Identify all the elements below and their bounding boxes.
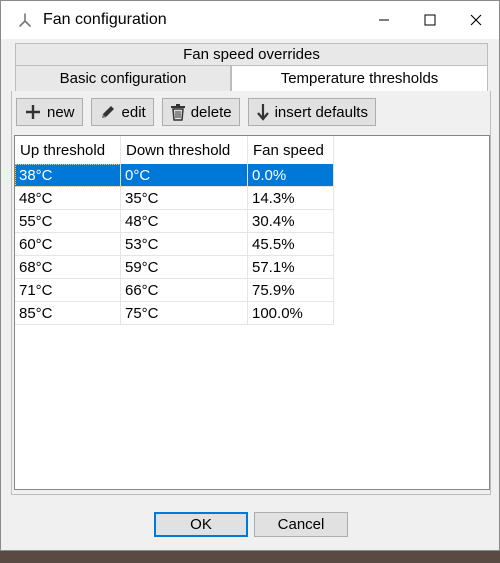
cell-down-threshold: 0°C: [121, 164, 248, 187]
maximize-icon: [424, 14, 436, 26]
cell-down-threshold: 48°C: [121, 210, 248, 233]
delete-button[interactable]: delete: [161, 98, 240, 126]
cancel-button[interactable]: Cancel: [254, 512, 348, 537]
table-row[interactable]: 48°C 35°C 14.3%: [15, 187, 489, 210]
cell-up-threshold: 68°C: [15, 256, 121, 279]
window-controls: [361, 1, 499, 39]
pencil-icon: [99, 103, 117, 121]
column-header-filler: [334, 136, 489, 164]
tab-label: Fan speed overrides: [183, 46, 320, 63]
cell-fan-speed: 0.0%: [248, 164, 334, 187]
maximize-button[interactable]: [407, 1, 453, 39]
new-button-label: new: [47, 103, 75, 121]
plus-icon: [24, 103, 42, 121]
edit-button[interactable]: edit: [90, 98, 154, 126]
cell-fan-speed: 30.4%: [248, 210, 334, 233]
close-icon: [470, 14, 482, 26]
desktop-background: [0, 549, 500, 563]
cell-up-threshold: 38°C: [15, 164, 121, 187]
tab-basic-configuration[interactable]: Basic configuration: [15, 65, 231, 91]
window-title: Fan configuration: [43, 11, 167, 28]
cell-down-threshold: 59°C: [121, 256, 248, 279]
tab-strip: Fan speed overrides Basic configuration …: [15, 43, 488, 91]
table-row[interactable]: 55°C 48°C 30.4%: [15, 210, 489, 233]
cell-fan-speed: 57.1%: [248, 256, 334, 279]
column-header-down-threshold[interactable]: Down threshold: [121, 136, 248, 164]
thresholds-table[interactable]: Up threshold Down threshold Fan speed 38…: [14, 135, 490, 490]
tab-label: Basic configuration: [59, 70, 187, 87]
cell-fan-speed: 75.9%: [248, 279, 334, 302]
insert-defaults-button-label: insert defaults: [274, 103, 368, 121]
title-bar[interactable]: Fan configuration: [1, 1, 499, 39]
delete-button-label: delete: [190, 103, 232, 121]
trash-icon: [170, 103, 186, 121]
new-button[interactable]: new: [16, 98, 83, 126]
temperature-thresholds-panel: new edit delete insert defaults Up thres…: [11, 91, 491, 495]
cell-up-threshold: 55°C: [15, 210, 121, 233]
table-row[interactable]: 60°C 53°C 45.5%: [15, 233, 489, 256]
table-row[interactable]: 85°C 75°C 100.0%: [15, 302, 489, 325]
minimize-button[interactable]: [361, 1, 407, 39]
tab-fan-speed-overrides[interactable]: Fan speed overrides: [15, 43, 488, 65]
table-header: Up threshold Down threshold Fan speed: [15, 136, 489, 164]
cell-fan-speed: 14.3%: [248, 187, 334, 210]
column-header-up-threshold[interactable]: Up threshold: [15, 136, 121, 164]
cell-up-threshold: 71°C: [15, 279, 121, 302]
column-header-fan-speed[interactable]: Fan speed: [248, 136, 334, 164]
cell-up-threshold: 60°C: [15, 233, 121, 256]
edit-button-label: edit: [121, 103, 146, 121]
cell-up-threshold: 85°C: [15, 302, 121, 325]
fan-configuration-dialog: Fan configuration Fan speed overrides Ba…: [0, 0, 500, 551]
wrench-fan-icon: [17, 12, 33, 28]
table-row[interactable]: 38°C 0°C 0.0%: [15, 164, 489, 187]
table-row[interactable]: 68°C 59°C 57.1%: [15, 256, 489, 279]
table-row[interactable]: 71°C 66°C 75.9%: [15, 279, 489, 302]
cell-up-threshold: 48°C: [15, 187, 121, 210]
arrow-down-icon: [256, 103, 270, 121]
dialog-buttons: OK Cancel: [1, 512, 500, 537]
cell-down-threshold: 75°C: [121, 302, 248, 325]
cell-down-threshold: 66°C: [121, 279, 248, 302]
toolbar: new edit delete insert defaults: [16, 98, 384, 126]
tab-temperature-thresholds[interactable]: Temperature thresholds: [231, 65, 488, 91]
cell-down-threshold: 35°C: [121, 187, 248, 210]
cell-fan-speed: 45.5%: [248, 233, 334, 256]
tab-label: Temperature thresholds: [280, 70, 439, 87]
insert-defaults-button[interactable]: insert defaults: [247, 98, 376, 126]
tab-row: Basic configuration Temperature threshol…: [15, 65, 488, 91]
ok-button[interactable]: OK: [154, 512, 248, 537]
cell-fan-speed: 100.0%: [248, 302, 334, 325]
minimize-icon: [379, 19, 389, 21]
cell-down-threshold: 53°C: [121, 233, 248, 256]
close-button[interactable]: [453, 1, 499, 39]
